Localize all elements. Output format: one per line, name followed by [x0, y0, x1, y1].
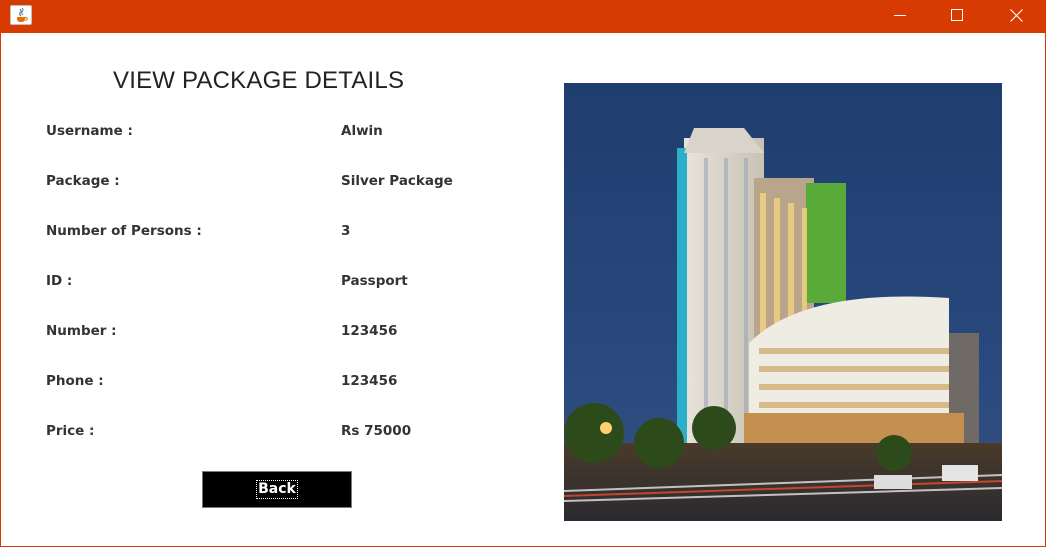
price-label: Price : — [46, 423, 95, 439]
username-value: Alwin — [341, 123, 383, 139]
username-label: Username : — [46, 123, 133, 139]
minimize-button[interactable] — [871, 0, 929, 30]
persons-value: 3 — [341, 223, 351, 239]
phone-label: Phone : — [46, 373, 104, 389]
number-value: 123456 — [341, 323, 398, 339]
close-icon — [1009, 8, 1023, 22]
price-value: Rs 75000 — [341, 423, 412, 439]
persons-label: Number of Persons : — [46, 223, 202, 239]
title-bar — [1, 0, 1046, 33]
back-button[interactable]: Back — [202, 471, 352, 508]
package-label: Package : — [46, 173, 120, 189]
number-label: Number : — [46, 323, 117, 339]
close-button[interactable] — [987, 0, 1045, 30]
java-app-icon — [10, 5, 32, 25]
app-window: VIEW PACKAGE DETAILS Username : Alwin Pa… — [0, 0, 1046, 547]
maximize-icon — [951, 9, 963, 21]
phone-value: 123456 — [341, 373, 398, 389]
back-button-label: Back — [256, 480, 298, 499]
id-value: Passport — [341, 273, 408, 289]
id-label: ID : — [46, 273, 73, 289]
maximize-button[interactable] — [928, 0, 986, 30]
minimize-icon — [894, 15, 906, 16]
hotel-image — [564, 83, 1002, 521]
package-value: Silver Package — [341, 173, 453, 189]
page-title: VIEW PACKAGE DETAILS — [113, 67, 405, 94]
